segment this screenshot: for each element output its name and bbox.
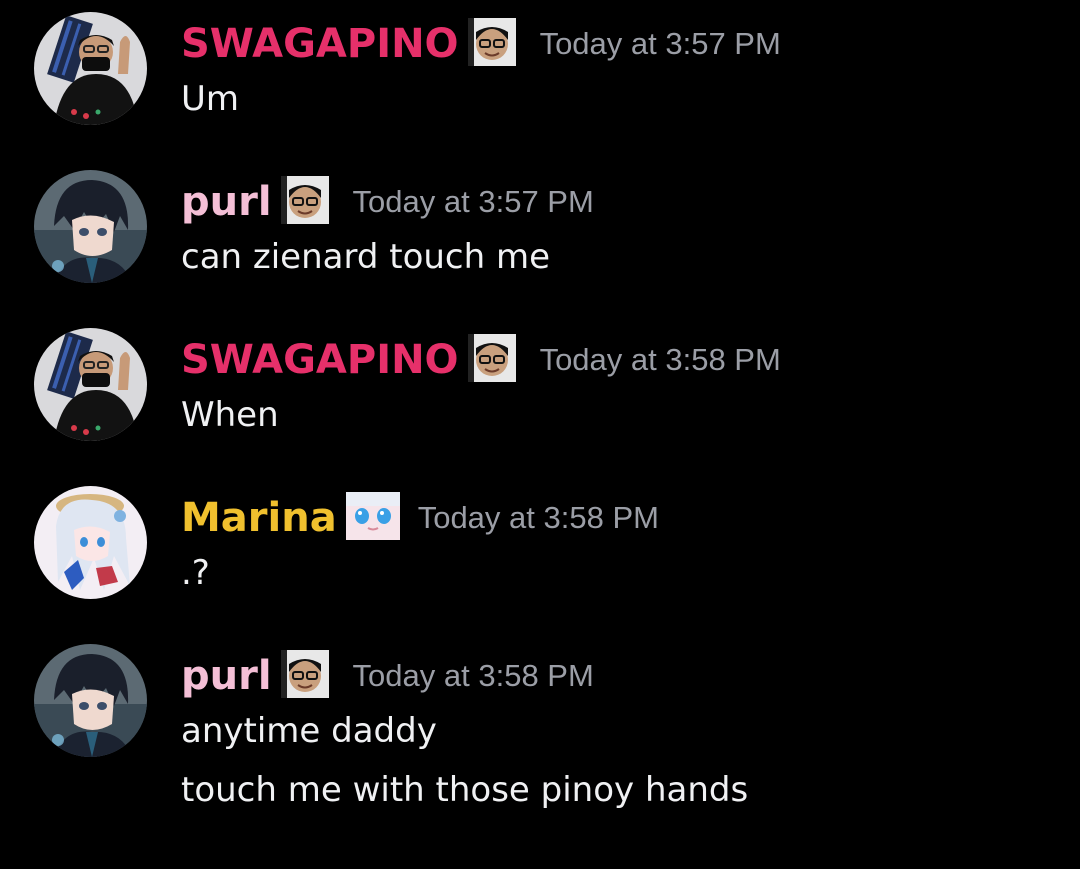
message-timestamp[interactable]: Today at 3:58 PM: [418, 494, 659, 542]
message-text: touch me with those pinoy hands: [181, 770, 749, 810]
author-name[interactable]: Marina: [181, 494, 337, 542]
author-name[interactable]: purl: [181, 178, 272, 226]
anime-eyes-badge: [345, 492, 400, 540]
message-text: When: [181, 395, 279, 435]
face-with-glasses-badge: [280, 176, 329, 224]
message-text: .?: [181, 553, 210, 593]
chat-message-list: SWAGAPINO Today at 3:57 PM Um purl Today…: [0, 0, 1080, 869]
message-text: Um: [181, 79, 240, 119]
anime-boy-avatar[interactable]: [34, 170, 147, 283]
author-name[interactable]: SWAGAPINO: [181, 336, 459, 384]
message-timestamp[interactable]: Today at 3:57 PM: [353, 178, 594, 226]
face-with-glasses-badge: [467, 18, 516, 66]
face-with-glasses-badge: [280, 650, 329, 698]
message-timestamp[interactable]: Today at 3:58 PM: [540, 336, 781, 384]
message-header: purl Today at 3:58 PM: [181, 650, 594, 712]
author-name[interactable]: purl: [181, 652, 272, 700]
message-header: SWAGAPINO Today at 3:57 PM: [181, 18, 781, 80]
message-timestamp[interactable]: Today at 3:57 PM: [540, 20, 781, 68]
message-header: purl Today at 3:57 PM: [181, 176, 594, 238]
anime-girl-avatar[interactable]: [34, 486, 147, 599]
author-name[interactable]: SWAGAPINO: [181, 20, 459, 68]
anime-boy-avatar[interactable]: [34, 644, 147, 757]
message-header: Marina Today at 3:58 PM: [181, 492, 659, 554]
message-text: can zienard touch me: [181, 237, 551, 277]
message-text: anytime daddy: [181, 711, 437, 751]
message-header: SWAGAPINO Today at 3:58 PM: [181, 334, 781, 396]
swagapino-avatar[interactable]: [34, 328, 147, 441]
message-timestamp[interactable]: Today at 3:58 PM: [353, 652, 594, 700]
swagapino-avatar[interactable]: [34, 12, 147, 125]
face-with-glasses-badge: [467, 334, 516, 382]
